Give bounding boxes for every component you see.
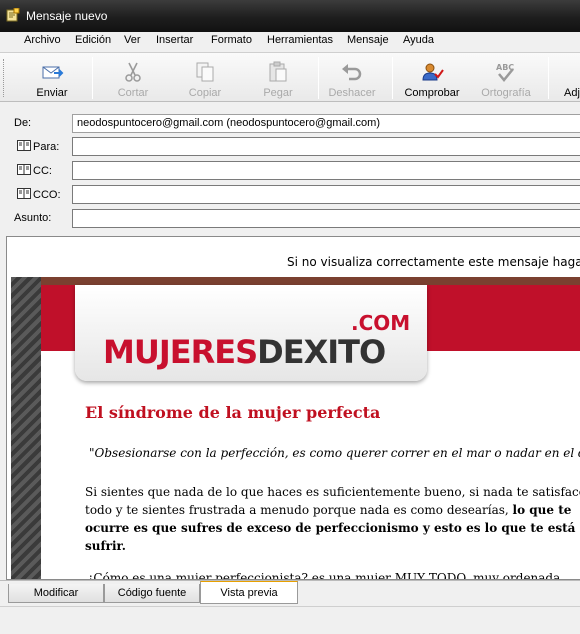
cc-label[interactable]: CC: — [17, 164, 52, 177]
copy-icon — [196, 62, 214, 82]
message-preview[interactable]: Si no visualiza correctamente este mensa… — [6, 236, 580, 580]
from-field[interactable]: neodospuntocero@gmail.com (neodospuntoce… — [72, 114, 580, 133]
undo-button[interactable]: Deshacer — [320, 53, 384, 101]
attach-button[interactable]: Adj — [552, 53, 580, 101]
title-bar[interactable]: Mensaje nuevo — [0, 0, 580, 32]
menu-edicion[interactable]: Edición — [75, 34, 111, 46]
address-book-icon — [17, 164, 31, 175]
logo-text: MUJERESDEXITO — [103, 333, 386, 371]
article-paragraph: Si sientes que nada de lo que haces es s… — [85, 485, 580, 553]
undo-icon — [342, 64, 362, 81]
menu-mensaje[interactable]: Mensaje — [347, 34, 389, 46]
bcc-field[interactable] — [72, 185, 580, 204]
scissors-icon — [125, 62, 141, 82]
window-title: Mensaje nuevo — [26, 9, 108, 23]
tab-modificar[interactable]: Modificar — [8, 584, 104, 603]
toolbar-grip[interactable] — [3, 59, 6, 97]
cc-field[interactable] — [72, 161, 580, 180]
newsletter-top-border — [11, 277, 580, 285]
view-tabs: Modificar Código fuente Vista previa — [0, 580, 580, 604]
tab-vista-previa[interactable]: Vista previa — [200, 581, 298, 604]
spelling-icon: ABC — [496, 63, 514, 82]
address-book-icon — [17, 140, 31, 151]
toolbar-separator — [548, 57, 549, 99]
article-quote: "Obsesionarse con la perfección, es como… — [89, 446, 580, 460]
article-title: El síndrome de la mujer perfecta — [85, 403, 381, 422]
menu-formato[interactable]: Formato — [211, 34, 252, 46]
menu-archivo[interactable]: Archivo — [24, 34, 61, 46]
article-paragraph-2: ¿Cómo es una mujer perfeccionista? es un… — [87, 571, 561, 580]
status-bar — [0, 606, 580, 634]
menu-ayuda[interactable]: Ayuda — [403, 34, 434, 46]
toolbar: Enviar Cortar Copiar Pegar Deshacer Comp… — [0, 52, 580, 102]
message-headers: De: neodospuntocero@gmail.com (neodospun… — [0, 108, 580, 234]
view-notice[interactable]: Si no visualiza correctamente este mensa… — [287, 255, 580, 269]
paste-icon — [269, 61, 287, 82]
paste-button[interactable]: Pegar — [242, 53, 314, 101]
check-names-icon — [422, 63, 444, 81]
menu-herramientas[interactable]: Herramientas — [267, 34, 333, 46]
subject-field[interactable] — [72, 209, 580, 228]
send-icon — [42, 66, 64, 79]
cut-button[interactable]: Cortar — [98, 53, 168, 101]
send-button[interactable]: Enviar — [16, 53, 88, 101]
spelling-button[interactable]: ABC Ortografía — [470, 53, 542, 101]
toolbar-separator — [92, 57, 93, 99]
bcc-label[interactable]: CCO: — [17, 188, 61, 201]
logo-com: .COM — [351, 311, 411, 335]
new-message-icon — [6, 8, 20, 22]
check-names-button[interactable]: Comprobar — [398, 53, 466, 101]
newsletter-left-border — [11, 277, 41, 579]
to-field[interactable] — [72, 137, 580, 156]
menu-insertar[interactable]: Insertar — [156, 34, 193, 46]
tab-codigo-fuente[interactable]: Código fuente — [104, 584, 200, 603]
site-logo[interactable]: .COM MUJERESDEXITO — [75, 285, 427, 381]
from-label: De: — [14, 117, 32, 129]
subject-label: Asunto: — [14, 212, 52, 224]
address-book-icon — [17, 188, 31, 199]
toolbar-separator — [392, 57, 393, 99]
copy-button[interactable]: Copiar — [170, 53, 240, 101]
menu-ver[interactable]: Ver — [124, 34, 141, 46]
toolbar-separator — [318, 57, 319, 99]
to-label[interactable]: Para: — [17, 140, 59, 153]
menu-bar: Archivo Edición Ver Insertar Formato Her… — [0, 32, 580, 50]
